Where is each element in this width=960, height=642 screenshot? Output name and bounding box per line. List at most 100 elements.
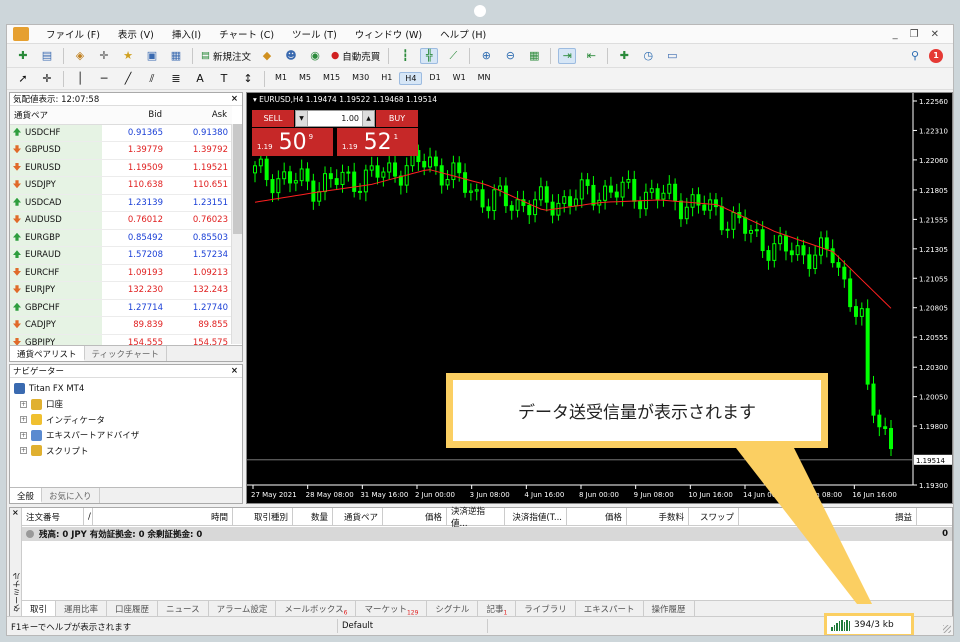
terminal-col[interactable]: 数量 bbox=[293, 508, 333, 525]
buy-button[interactable]: BUY bbox=[376, 110, 418, 127]
menu-chart[interactable]: チャート (C) bbox=[210, 27, 283, 41]
market-watch-scrollbar[interactable] bbox=[231, 124, 242, 344]
app-icon[interactable] bbox=[13, 27, 29, 41]
terminal-tab[interactable]: 運用比率 bbox=[56, 601, 108, 616]
terminal-col[interactable]: 手数料 bbox=[627, 508, 689, 525]
strategy-tester-icon[interactable]: ▦ bbox=[167, 48, 185, 64]
new-chart-icon[interactable]: ✚ bbox=[14, 48, 32, 64]
menu-view[interactable]: 表示 (V) bbox=[109, 27, 163, 41]
equidistant-channel-icon[interactable]: ⫽ bbox=[143, 71, 161, 87]
symbol-cell[interactable]: EURCHF bbox=[10, 264, 102, 282]
notification-badge[interactable]: 1 bbox=[929, 48, 943, 63]
menu-help[interactable]: ヘルプ (H) bbox=[431, 27, 495, 41]
terminal-tab[interactable]: 口座履歴 bbox=[107, 601, 159, 616]
symbol-cell[interactable]: AUDUSD bbox=[10, 211, 102, 230]
sell-price[interactable]: 1.19 50 9 bbox=[252, 128, 333, 156]
cursor-icon[interactable]: ➚ bbox=[14, 71, 32, 87]
text-tool-icon[interactable]: A bbox=[191, 71, 209, 87]
terminal-tab[interactable]: マーケット129 bbox=[356, 601, 428, 617]
tab-tick-chart[interactable]: ティックチャート bbox=[85, 346, 167, 361]
symbol-cell[interactable]: USDJPY bbox=[10, 176, 102, 195]
traffic-indicator[interactable]: 394/3 kb bbox=[827, 616, 911, 634]
signals-icon[interactable]: ◉ bbox=[306, 48, 324, 64]
terminal-tab[interactable]: シグナル bbox=[427, 601, 479, 616]
meta-editor-icon[interactable]: ◆ bbox=[258, 48, 276, 64]
terminal-tab[interactable]: 取引 bbox=[22, 601, 57, 616]
tab-general[interactable]: 全般 bbox=[10, 488, 43, 503]
symbol-cell[interactable]: EURAUD bbox=[10, 246, 102, 265]
expand-icon[interactable]: + bbox=[20, 447, 27, 455]
menu-file[interactable]: ファイル (F) bbox=[37, 27, 109, 41]
expand-icon[interactable]: + bbox=[20, 416, 27, 424]
terminal-col[interactable]: 時間 bbox=[93, 508, 233, 525]
autoscroll-icon[interactable]: ⇥ bbox=[558, 47, 577, 64]
close-icon[interactable]: × bbox=[231, 94, 238, 104]
market-watch-row[interactable]: GBPUSD 1.39779 1.39792 bbox=[10, 141, 232, 160]
vertical-line-icon[interactable]: │ bbox=[71, 71, 89, 87]
symbol-cell[interactable]: GBPUSD bbox=[10, 141, 102, 160]
terminal-tab[interactable]: アラーム設定 bbox=[209, 601, 277, 616]
profiles-icon[interactable]: ▤ bbox=[38, 48, 56, 64]
menu-tools[interactable]: ツール (T) bbox=[283, 27, 346, 41]
timeframe-w1[interactable]: W1 bbox=[448, 72, 471, 85]
restore-icon[interactable]: ❐ bbox=[910, 29, 919, 40]
timeframe-h4[interactable]: H4 bbox=[399, 72, 423, 85]
templates-icon[interactable]: ▭ bbox=[663, 48, 681, 64]
market-watch-icon[interactable]: ◈ bbox=[71, 48, 89, 64]
lot-down-icon[interactable]: ▼ bbox=[296, 111, 308, 126]
buy-price[interactable]: 1.19 52 1 bbox=[337, 128, 418, 156]
chart-shift-icon[interactable]: ⇤ bbox=[582, 48, 600, 64]
terminal-col[interactable]: 価格 bbox=[567, 508, 627, 525]
search-icon[interactable]: ⚲ bbox=[911, 49, 919, 62]
col-symbol[interactable]: 通貨ペア bbox=[10, 106, 102, 125]
close-icon[interactable]: × bbox=[10, 508, 21, 517]
market-watch-row[interactable]: EURAUD 1.57208 1.57234 bbox=[10, 246, 232, 265]
crosshair-icon[interactable]: ✛ bbox=[38, 71, 56, 87]
market-watch-row[interactable]: USDJPY 110.638 110.651 bbox=[10, 176, 232, 195]
community-icon[interactable]: ☻ bbox=[282, 48, 300, 64]
timeframe-m5[interactable]: M5 bbox=[294, 72, 316, 85]
menu-insert[interactable]: 挿入(I) bbox=[163, 27, 210, 41]
terminal-col[interactable]: 通貨ペア bbox=[333, 508, 383, 525]
text-label-icon[interactable]: T bbox=[215, 71, 233, 87]
close-icon[interactable]: ✕ bbox=[931, 29, 939, 40]
symbol-cell[interactable]: CADJPY bbox=[10, 316, 102, 335]
terminal-tab[interactable]: 操作履歴 bbox=[644, 601, 695, 616]
candlestick-icon[interactable]: ╬ bbox=[420, 47, 439, 64]
new-order-button[interactable]: ▤ 新規注文 bbox=[197, 49, 255, 63]
bar-chart-icon[interactable]: ┇ bbox=[396, 48, 414, 64]
market-watch-row[interactable]: GBPCHF 1.27714 1.27740 bbox=[10, 299, 232, 317]
menu-window[interactable]: ウィンドウ (W) bbox=[346, 27, 431, 41]
terminal-tab[interactable]: メールボックス6 bbox=[276, 601, 357, 617]
lot-up-icon[interactable]: ▲ bbox=[362, 111, 374, 126]
terminal-col[interactable]: 決済指値(T... bbox=[505, 508, 567, 525]
terminal-col[interactable]: 決済逆指値... bbox=[447, 507, 505, 529]
indicators-icon[interactable]: ✚ bbox=[615, 48, 633, 64]
zoom-in-icon[interactable]: ⊕ bbox=[477, 48, 495, 64]
symbol-cell[interactable]: EURGBP bbox=[10, 229, 102, 247]
market-watch-row[interactable]: USDCAD 1.23139 1.23151 bbox=[10, 194, 232, 212]
sell-button[interactable]: SELL bbox=[252, 110, 294, 127]
tree-item-indicators[interactable]: + インディケータ bbox=[14, 412, 238, 428]
arrows-icon[interactable]: ↕ bbox=[239, 71, 257, 87]
expand-icon[interactable]: + bbox=[20, 400, 27, 408]
tree-item-experts[interactable]: + エキスパートアドバイザ bbox=[14, 428, 238, 444]
tree-item-scripts[interactable]: + スクリプト bbox=[14, 443, 238, 459]
terminal-col[interactable]: スワップ bbox=[689, 508, 739, 525]
close-icon[interactable]: × bbox=[231, 366, 238, 376]
market-watch-row[interactable]: EURGBP 0.85492 0.85503 bbox=[10, 229, 232, 247]
terminal-tab[interactable]: ニュース bbox=[158, 601, 209, 616]
resize-grip-icon[interactable] bbox=[943, 625, 951, 633]
periods-icon[interactable]: ◷ bbox=[639, 48, 657, 64]
line-chart-icon[interactable]: ⟋ bbox=[444, 48, 462, 64]
symbol-cell[interactable]: GBPCHF bbox=[10, 299, 102, 317]
timeframe-m1[interactable]: M1 bbox=[270, 72, 292, 85]
timeframe-d1[interactable]: D1 bbox=[424, 72, 445, 85]
terminal-tab[interactable]: エキスパート bbox=[576, 601, 644, 616]
col-ask[interactable]: Ask bbox=[167, 106, 232, 125]
tree-root[interactable]: Titan FX MT4 bbox=[14, 381, 238, 397]
market-watch-row[interactable]: EURCHF 1.09193 1.09213 bbox=[10, 264, 232, 282]
terminal-col[interactable]: 損益 bbox=[739, 508, 917, 525]
symbol-cell[interactable]: EURJPY bbox=[10, 281, 102, 300]
timeframe-mn[interactable]: MN bbox=[473, 72, 496, 85]
